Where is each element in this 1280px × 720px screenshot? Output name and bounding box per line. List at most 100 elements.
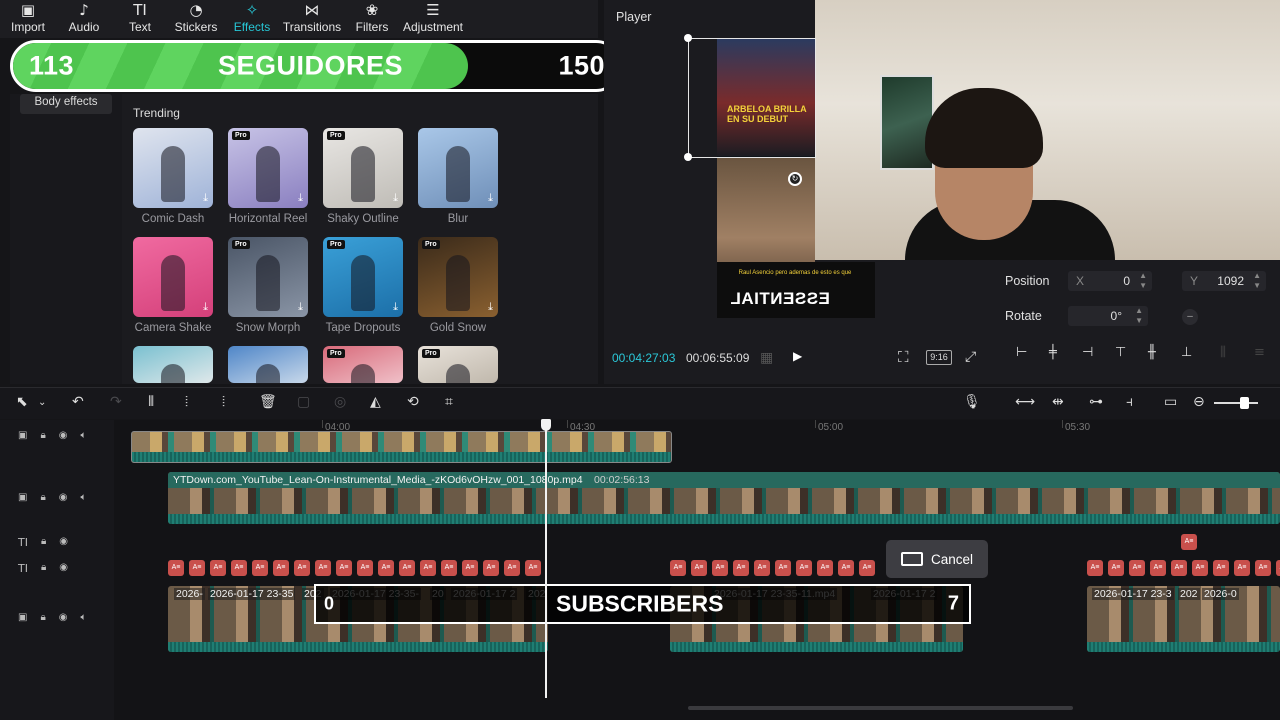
grid-icon[interactable]: ▦ (760, 349, 773, 366)
overlay-clip[interactable] (131, 431, 672, 463)
lock-icon[interactable]: 🔒︎ (41, 562, 46, 575)
text-clip[interactable]: A≡ (1129, 560, 1145, 576)
effect-thumbnail[interactable]: Pro (418, 346, 498, 383)
eye-icon[interactable]: ◉ (59, 492, 68, 503)
tab-transitions[interactable]: ⋈ Transitions (280, 0, 344, 38)
rotate-dial[interactable]: – (1182, 309, 1198, 325)
download-icon[interactable]: ⤓ (298, 191, 303, 205)
stepper-icon[interactable]: ▲ ▼ (1253, 271, 1261, 291)
text-clip[interactable]: A≡ (1192, 560, 1208, 576)
tab-adjustment[interactable]: ☰ Adjustment (400, 0, 466, 38)
effect-thumbnail[interactable]: Pro ⤓ (323, 237, 403, 317)
text-clip[interactable]: A≡ (357, 560, 373, 576)
playhead-handle[interactable] (541, 419, 551, 431)
split-left-icon[interactable]: ⦙ (185, 394, 188, 410)
text-clip[interactable]: A≡ (1181, 534, 1197, 550)
text-clip[interactable]: A≡ (1213, 560, 1229, 576)
tab-audio[interactable]: ♪ Audio (56, 0, 112, 38)
horizontal-scrollbar[interactable] (688, 706, 1073, 710)
text-clip[interactable]: A≡ (210, 560, 226, 576)
crop-icon[interactable]: ⌗ (445, 394, 453, 410)
text-clip[interactable]: A≡ (378, 560, 394, 576)
align-left-icon[interactable]: ⊢ (1016, 345, 1027, 360)
align-right-icon[interactable]: ⊣ (1082, 345, 1093, 360)
text-clip[interactable]: A≡ (504, 560, 520, 576)
speaker-icon[interactable]: 🔈︎ (81, 492, 87, 503)
text-clip[interactable]: A≡ (817, 560, 833, 576)
effect-thumbnail[interactable]: ⤓ (133, 237, 213, 317)
download-icon[interactable]: ⤓ (488, 191, 493, 205)
text-clip[interactable]: A≡ (189, 560, 205, 576)
split-right-icon[interactable]: ⦙ (222, 394, 225, 410)
align-top-icon[interactable]: ⊤ (1115, 345, 1126, 360)
text-clip[interactable]: A≡ (441, 560, 457, 576)
undo-icon[interactable]: ↶ (72, 394, 84, 410)
screen-icon[interactable]: ▭ (1164, 394, 1177, 410)
stepper-icon[interactable]: ▲ ▼ (1135, 306, 1143, 326)
text-clip[interactable]: A≡ (1171, 560, 1187, 576)
split-icon[interactable]: ⦀ (148, 394, 154, 410)
play-button[interactable]: ▶ (793, 349, 802, 363)
rotate-handle-icon[interactable]: ↻ (788, 172, 802, 186)
selection-box[interactable] (688, 38, 816, 158)
effect-thumbnail[interactable] (228, 346, 308, 383)
mirror-icon[interactable]: ◭ (370, 394, 381, 410)
text-clip[interactable]: A≡ (1150, 560, 1166, 576)
text-clip[interactable]: A≡ (1276, 560, 1280, 576)
tab-text[interactable]: TI Text (112, 0, 168, 38)
fit-screen-icon[interactable]: ⛶ (898, 349, 909, 366)
text-clip[interactable]: A≡ (336, 560, 352, 576)
track-thumb-icon[interactable]: ▣ (18, 612, 27, 623)
text-clip[interactable]: A≡ (859, 560, 875, 576)
microphone-icon[interactable]: 🎙 (963, 394, 981, 410)
lock-icon[interactable]: 🔒︎ (40, 612, 45, 623)
effect-thumbnail[interactable]: Pro ⤓ (228, 237, 308, 317)
resize-handle[interactable] (684, 34, 692, 42)
preview-axis-icon[interactable]: ⫞ (1126, 394, 1133, 410)
text-clip[interactable]: A≡ (775, 560, 791, 576)
text-clip[interactable]: A≡ (838, 560, 854, 576)
text-clip[interactable]: A≡ (252, 560, 268, 576)
lock-icon[interactable]: 🔒︎ (40, 492, 45, 503)
tab-import[interactable]: ▣ Import (0, 0, 56, 38)
text-clip[interactable]: A≡ (483, 560, 499, 576)
zoom-out-icon[interactable]: ⊖ (1193, 394, 1205, 410)
download-icon[interactable]: ⤓ (488, 300, 493, 314)
download-icon[interactable]: ⤓ (393, 300, 398, 314)
text-clip[interactable]: A≡ (691, 560, 707, 576)
align-center-h-icon[interactable]: ╪ (1049, 345, 1057, 360)
sidebar-item-body-effects[interactable]: Body effects (20, 94, 112, 114)
lock-icon[interactable]: 🔒︎ (41, 536, 46, 549)
effect-thumbnail[interactable]: Pro ⤓ (323, 128, 403, 208)
text-clip[interactable]: A≡ (273, 560, 289, 576)
zoom-slider-handle[interactable] (1240, 397, 1249, 409)
select-tool-icon[interactable]: ⬉ (16, 394, 28, 410)
chevron-down-icon[interactable]: ⌄ (38, 397, 46, 408)
text-clip[interactable]: A≡ (315, 560, 331, 576)
track-thumb-icon[interactable]: ▣ (18, 430, 27, 441)
stepper-icon[interactable]: ▲ ▼ (1139, 271, 1147, 291)
text-clip[interactable]: A≡ (796, 560, 812, 576)
text-clip[interactable]: A≡ (733, 560, 749, 576)
track-thumb-icon[interactable]: ▣ (18, 492, 27, 503)
zoom-slider[interactable] (1214, 402, 1258, 404)
video-clip[interactable]: YTDown.com_YouTube_Lean-On-Instrumental_… (168, 472, 1280, 524)
text-clip[interactable]: A≡ (754, 560, 770, 576)
delete-icon[interactable]: 🗑 (259, 394, 277, 410)
download-icon[interactable]: ⤓ (298, 300, 303, 314)
aspect-ratio-button[interactable]: 9:16 (926, 350, 952, 365)
resize-handle[interactable] (684, 153, 692, 161)
fullscreen-icon[interactable]: ⤢ (965, 348, 976, 365)
text-clip[interactable]: A≡ (1087, 560, 1103, 576)
text-clip[interactable]: A≡ (294, 560, 310, 576)
text-clip[interactable]: A≡ (712, 560, 728, 576)
align-center-v-icon[interactable]: ╫ (1148, 345, 1156, 360)
position-y-field[interactable]: Y 1092 ▲ ▼ (1182, 271, 1266, 291)
eye-icon[interactable]: ◉ (59, 536, 68, 549)
text-clip[interactable]: A≡ (231, 560, 247, 576)
text-clip[interactable]: A≡ (420, 560, 436, 576)
align-bottom-icon[interactable]: ⊥ (1181, 345, 1192, 360)
text-clip[interactable]: A≡ (1234, 560, 1250, 576)
text-clip[interactable]: A≡ (525, 560, 541, 576)
cancel-button[interactable]: Cancel (886, 540, 988, 578)
